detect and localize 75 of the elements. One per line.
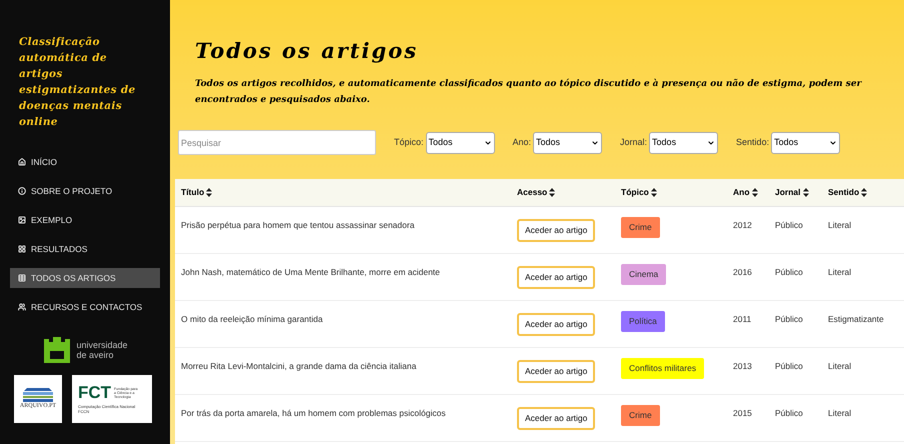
filter-select[interactable]: Todos bbox=[426, 132, 495, 154]
nav-icon bbox=[18, 303, 26, 311]
column-header[interactable]: Tópico bbox=[621, 186, 649, 199]
article-link-button[interactable]: Aceder ao artigo bbox=[517, 266, 596, 289]
table-cell: 2015 bbox=[733, 408, 752, 418]
caret-icon bbox=[707, 138, 716, 146]
caret-icon bbox=[829, 138, 838, 146]
nav-item[interactable]: SOBRE O PROJETO bbox=[10, 181, 160, 201]
castle-icon bbox=[42, 335, 72, 365]
nav-item[interactable]: RECURSOS E CONTACTOS bbox=[10, 297, 160, 317]
logo-text: FCT bbox=[78, 384, 112, 402]
column-header[interactable]: Sentido bbox=[828, 186, 860, 199]
table-cell: Por trás da porta amarela, há um homem com problemas psicológicos bbox=[181, 408, 446, 418]
table-cell: Público bbox=[775, 314, 803, 324]
filter-select[interactable]: Todos bbox=[649, 132, 718, 154]
filter-label: Jornal: bbox=[620, 136, 648, 149]
table-cell: Estigmatizante bbox=[828, 314, 884, 324]
stripes-icon bbox=[21, 388, 55, 402]
filter-label: Ano: bbox=[512, 136, 532, 149]
table-cell: 2012 bbox=[733, 220, 752, 230]
table-cell: Público bbox=[775, 267, 803, 277]
sort-icon bbox=[650, 188, 657, 197]
topic-tag: Crime bbox=[621, 217, 660, 238]
nav-icon bbox=[18, 216, 26, 224]
filter-select[interactable]: Todos bbox=[771, 132, 840, 154]
sort-icon bbox=[549, 188, 556, 197]
search-field[interactable]: Pesquisar bbox=[178, 130, 376, 155]
column-header[interactable]: Acesso bbox=[517, 186, 548, 199]
nav-icon bbox=[18, 187, 26, 195]
site-title: Classificação automática de artigos estigmatizantes de doenças mentais online bbox=[18, 35, 136, 130]
table-cell: 2013 bbox=[733, 361, 752, 371]
table-cell: Público bbox=[775, 220, 803, 230]
table-cell: Público bbox=[775, 361, 803, 371]
column-header[interactable]: Jornal bbox=[775, 186, 801, 199]
table-cell: 2016 bbox=[733, 267, 752, 277]
nav-icon bbox=[18, 158, 26, 166]
page-description: Todos os artigos recolhidos, e automaticamente classificados quanto ao tópico discutido e à presença ou não de estigma, podem ser encontrados e pesquisados abaixo. bbox=[195, 78, 863, 107]
nav-item[interactable]: INÍCIO bbox=[10, 152, 160, 172]
caret-icon bbox=[484, 138, 492, 146]
nav-item[interactable]: TODOS OS ARTIGOS bbox=[10, 268, 160, 288]
column-header[interactable]: Título bbox=[181, 186, 204, 199]
article-link-button[interactable]: Aceder ao artigo bbox=[517, 360, 596, 383]
sort-icon bbox=[206, 188, 212, 197]
sort-icon bbox=[861, 188, 868, 197]
table-cell: Morreu Rita Levi-Montalcini, a grande dama da ciência italiana bbox=[181, 361, 416, 371]
table-cell: John Nash, matemático de Uma Mente Brilhante, morre em acidente bbox=[181, 267, 440, 277]
article-link-button[interactable]: Aceder ao artigo bbox=[517, 313, 596, 336]
table-cell: 2011 bbox=[733, 314, 752, 324]
nav-icon bbox=[18, 245, 26, 253]
table-cell: O mito da reeleição mínima garantida bbox=[181, 314, 323, 324]
nav-item[interactable]: EXEMPLO bbox=[10, 210, 160, 230]
table-cell: Literal bbox=[828, 361, 852, 371]
logo-text: universidade bbox=[76, 340, 128, 350]
nav-icon bbox=[18, 274, 26, 282]
table-cell: Prisão perpétua para homem que tentou assassinar senadora bbox=[181, 220, 414, 230]
nav-item[interactable]: RESULTADOS bbox=[10, 239, 160, 259]
column-header[interactable]: Ano bbox=[733, 186, 750, 199]
topic-tag: Política bbox=[621, 311, 665, 332]
page-title: Todos os artigos bbox=[195, 38, 420, 64]
table-cell: Literal bbox=[828, 220, 852, 230]
table-cell: Literal bbox=[828, 408, 852, 418]
topic-tag: Crime bbox=[621, 405, 660, 426]
article-link-button[interactable]: Aceder ao artigo bbox=[517, 219, 596, 242]
article-link-button[interactable]: Aceder ao artigo bbox=[517, 407, 596, 430]
filter-label: Sentido: bbox=[736, 136, 770, 149]
topic-tag: Cinema bbox=[621, 264, 666, 285]
sort-icon bbox=[752, 188, 758, 197]
caret-icon bbox=[591, 138, 600, 146]
filter-select[interactable]: Todos bbox=[533, 132, 602, 154]
topic-tag: Conflitos militares bbox=[621, 358, 704, 379]
table-cell: Público bbox=[775, 408, 803, 418]
sort-icon bbox=[802, 188, 809, 197]
filter-label: Tópico: bbox=[394, 136, 424, 149]
logo-text: de aveiro bbox=[76, 350, 114, 360]
table-cell: Literal bbox=[828, 267, 852, 277]
